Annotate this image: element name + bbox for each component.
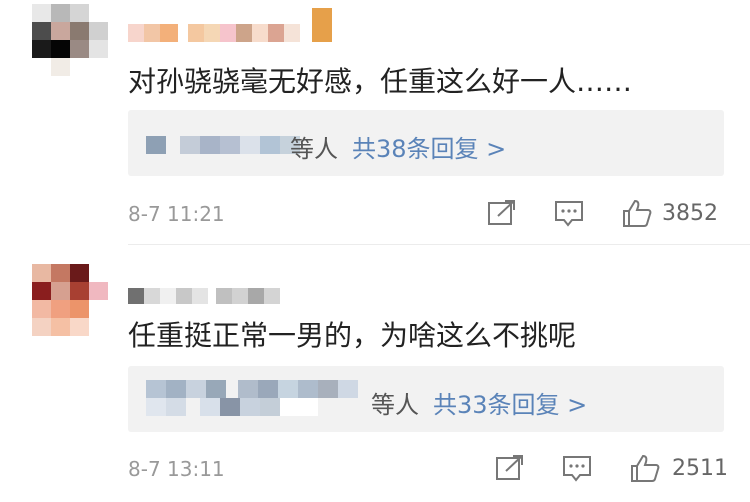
timestamp: 8-7 13:11 (128, 457, 225, 481)
reply-usernames-blurred (146, 135, 300, 155)
avatar[interactable] (32, 264, 108, 336)
reply-summary[interactable]: 等人 共38条回复 > (290, 129, 506, 164)
reply-summary[interactable]: 等人 共33条回复 > (371, 385, 587, 420)
timestamp: 8-7 11:21 (128, 202, 225, 226)
reply-usernames-blurred (146, 380, 372, 416)
username-blurred[interactable] (128, 8, 332, 42)
reply-count-link[interactable]: 共33条回复 > (433, 391, 587, 419)
reply-who-label: 等人 (290, 135, 338, 163)
like-icon[interactable] (629, 453, 661, 483)
comment-text: 对孙骁骁毫无好感，任重这么好一人…… (128, 65, 633, 98)
comment-divider (128, 244, 750, 245)
comment-footer: 8-7 11:21 3852 (0, 196, 750, 230)
reply-preview[interactable]: 等人 共33条回复 > (128, 366, 724, 432)
reply-who-label: 等人 (371, 391, 419, 419)
like-count: 3852 (662, 201, 718, 226)
like-count: 2511 (672, 456, 728, 481)
avatar[interactable] (32, 4, 108, 76)
comment-text: 任重挺正常一男的，为啥这么不挑呢 (128, 319, 577, 352)
like-icon[interactable] (621, 198, 653, 228)
comment-icon[interactable] (553, 198, 585, 228)
reply-preview[interactable]: 等人 共38条回复 > (128, 110, 724, 176)
username-blurred[interactable] (128, 264, 280, 304)
repost-icon[interactable] (486, 198, 518, 228)
comment-icon[interactable] (561, 453, 593, 483)
reply-count-link[interactable]: 共38条回复 > (352, 135, 506, 163)
comment-footer: 8-7 13:11 2511 (0, 451, 750, 485)
repost-icon[interactable] (494, 453, 526, 483)
